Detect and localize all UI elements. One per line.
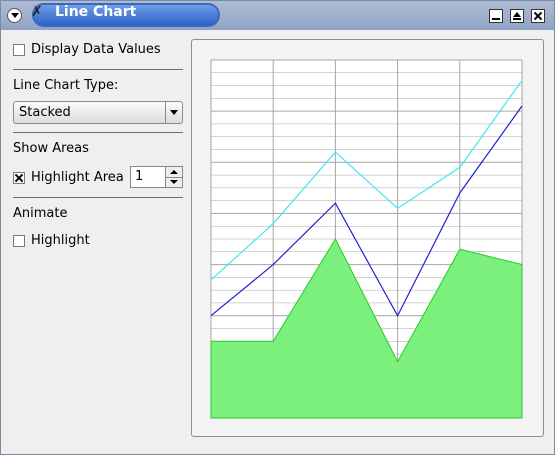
title-bar[interactable]: ✗ Line Chart	[1, 1, 554, 30]
line-chart-window: ✗ Line Chart Display Data Values Line Ch…	[0, 0, 555, 455]
close-button[interactable]	[531, 9, 545, 23]
highlight-area-value: 1	[135, 169, 144, 184]
animate-label: Animate	[13, 206, 68, 221]
spin-buttons	[165, 167, 182, 187]
separator	[13, 69, 183, 70]
line-chart-type-label: Line Chart Type:	[13, 78, 119, 93]
highlight-area-checkbox[interactable]	[13, 171, 25, 184]
spin-down-button[interactable]	[166, 177, 182, 187]
window-menu-button[interactable]	[7, 8, 22, 23]
display-data-values-option[interactable]: Display Data Values	[13, 42, 161, 57]
separator	[13, 197, 183, 198]
separator	[13, 132, 183, 133]
minimize-button[interactable]	[489, 9, 503, 23]
line-chart-type-value: Stacked	[19, 105, 71, 120]
line-chart-type-select[interactable]: Stacked	[13, 101, 183, 124]
options-panel: Display Data Values Line Chart Type: Sta…	[1, 30, 554, 454]
chart-frame	[191, 39, 544, 437]
chevron-down-icon[interactable]	[165, 102, 182, 123]
maximize-button[interactable]	[510, 9, 524, 23]
app-icon: ✗	[31, 4, 43, 20]
highlight-area-option[interactable]: Highlight Area	[13, 170, 124, 185]
display-data-values-checkbox[interactable]	[13, 43, 25, 56]
highlight-area-spinbox[interactable]: 1	[130, 166, 183, 188]
show-areas-label: Show Areas	[13, 141, 89, 156]
highlight-checkbox[interactable]	[13, 234, 25, 247]
highlight-label: Highlight	[31, 233, 90, 248]
highlight-area-label: Highlight Area	[31, 170, 124, 185]
window-title: Line Chart	[55, 4, 137, 20]
highlight-option[interactable]: Highlight	[13, 233, 90, 248]
display-data-values-label: Display Data Values	[31, 42, 161, 57]
line-chart[interactable]	[192, 40, 543, 436]
